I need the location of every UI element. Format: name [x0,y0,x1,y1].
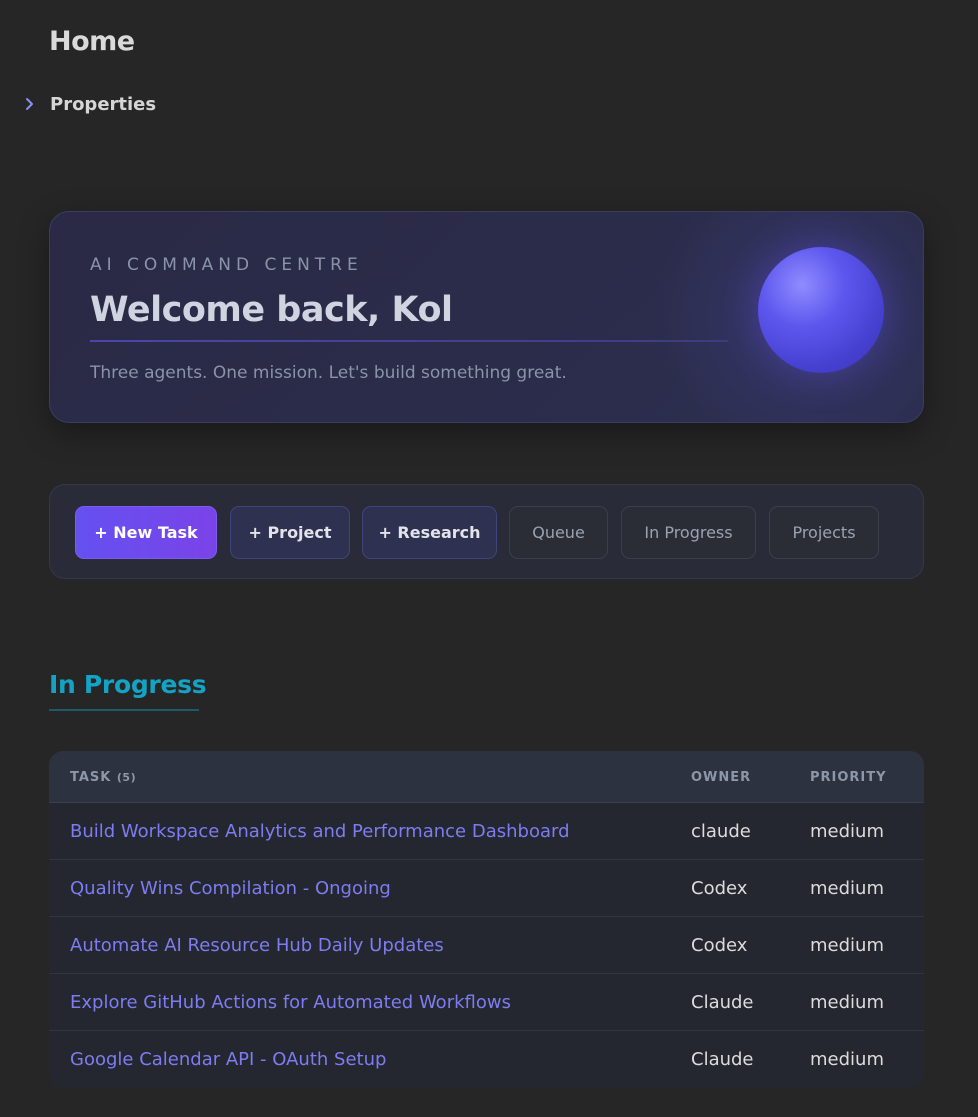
section-underline [49,709,199,711]
task-header-label: TASK [70,769,112,785]
task-link[interactable]: Explore GitHub Actions for Automated Wor… [70,974,511,1031]
projects-button[interactable]: Projects [769,506,879,559]
new-research-button[interactable]: + Research [362,506,497,559]
hero-eyebrow: AI COMMAND CENTRE [90,255,363,275]
section-title-in-progress: In Progress [49,670,207,699]
in-progress-button[interactable]: In Progress [621,506,756,559]
page-title: Home [49,26,135,57]
table-row[interactable]: Quality Wins Compilation - Ongoing Codex… [49,860,924,917]
table-row[interactable]: Google Calendar API - OAuth Setup Claude… [49,1031,924,1088]
hero-title: Welcome back, Kol [90,290,453,330]
table-row[interactable]: Explore GitHub Actions for Automated Wor… [49,974,924,1031]
task-count-badge: (5) [116,770,137,784]
hero-subtitle: Three agents. One mission. Let's build s… [90,363,567,383]
table-row[interactable]: Automate AI Resource Hub Daily Updates C… [49,917,924,974]
task-owner: Codex [691,878,748,899]
task-owner: Claude [691,1049,754,1070]
tasks-table: TASK (5) OWNER PRIORITY Build Workspace … [49,751,924,1088]
column-header-task[interactable]: TASK (5) [70,751,136,803]
table-header: TASK (5) OWNER PRIORITY [49,751,924,803]
task-owner: claude [691,821,751,842]
column-header-owner[interactable]: OWNER [691,751,751,803]
new-project-button[interactable]: + Project [230,506,350,559]
hero-card: AI COMMAND CENTRE Welcome back, Kol Thre… [49,211,924,423]
orb-icon [758,247,884,373]
task-link[interactable]: Google Calendar API - OAuth Setup [70,1031,386,1088]
home-page: Home Properties AI COMMAND CENTRE Welcom… [0,0,978,1117]
column-header-priority[interactable]: PRIORITY [810,751,887,803]
task-link[interactable]: Build Workspace Analytics and Performanc… [70,803,570,860]
task-priority: medium [810,935,884,956]
action-bar: + New Task + Project + Research Queue In… [49,484,924,579]
task-owner: Claude [691,992,754,1013]
task-priority: medium [810,878,884,899]
table-row[interactable]: Build Workspace Analytics and Performanc… [49,803,924,860]
task-owner: Codex [691,935,748,956]
task-link[interactable]: Quality Wins Compilation - Ongoing [70,860,391,917]
task-priority: medium [810,821,884,842]
task-priority: medium [810,1049,884,1070]
chevron-right-icon [22,93,38,115]
task-priority: medium [810,992,884,1013]
queue-button[interactable]: Queue [509,506,608,559]
properties-label: Properties [50,93,157,115]
new-task-button[interactable]: + New Task [75,506,217,559]
properties-toggle[interactable]: Properties [22,93,156,115]
task-link[interactable]: Automate AI Resource Hub Daily Updates [70,917,444,974]
hero-divider [90,340,728,342]
